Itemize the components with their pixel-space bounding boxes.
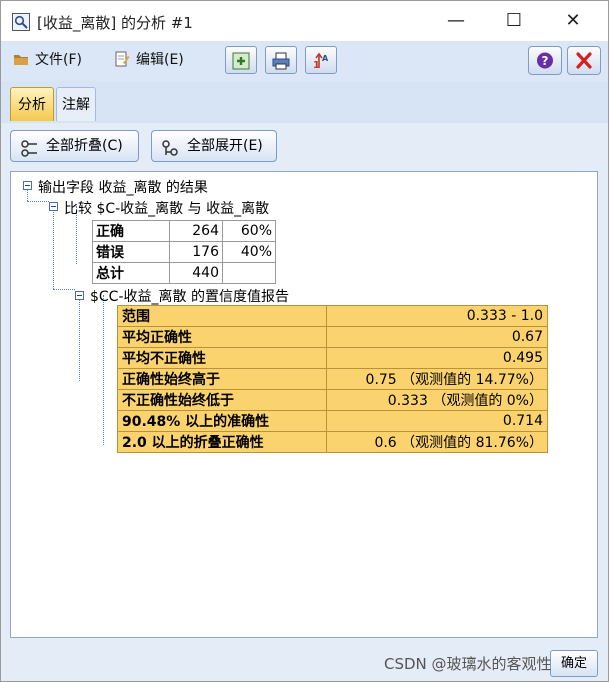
- svg-text:?: ?: [542, 54, 549, 68]
- toolbar-button-group: 1A: [225, 46, 339, 76]
- help-button[interactable]: ?: [528, 46, 562, 75]
- metric-label: 不正确性始终低于: [117, 389, 327, 411]
- print-button[interactable]: [265, 46, 297, 74]
- title-bar: [收益_离散] 的分析 #1 — ☐ ✕: [1, 1, 608, 41]
- row-label: 正确: [92, 220, 170, 242]
- root-node-label[interactable]: 输出字段 收益_离散 的结果: [38, 177, 208, 197]
- table-row: 正确性始终高于 0.75 （观测值的 14.77%）: [117, 368, 548, 390]
- expand-all-label: 全部展开(E): [187, 138, 263, 154]
- collapse-all-label: 全部折叠(C): [46, 138, 123, 154]
- confidence-table: 范围 0.333 - 1.0 平均正确性 0.67 平均不正确性 0.495 正确性始…: [117, 305, 548, 453]
- metric-label: 正确性始终高于: [117, 368, 327, 390]
- table-row: 范围 0.333 - 1.0: [117, 305, 548, 327]
- svg-text:A: A: [322, 54, 329, 63]
- ok-button[interactable]: 确定: [550, 650, 598, 677]
- count-cell: 176: [169, 241, 223, 263]
- table-row: 错误 176 40%: [92, 241, 276, 263]
- metric-value: 0.333 （观测值的 0%）: [326, 389, 548, 411]
- help-icon: ?: [537, 52, 553, 69]
- analysis-pane: 全部折叠(C) 全部展开(E) 输出字段 收益_离散 的结果 比较 $C-收益_…: [1, 123, 608, 681]
- collapse-all-button[interactable]: 全部折叠(C): [10, 130, 139, 162]
- tab-strip: 分析 注解: [1, 81, 608, 123]
- export-button[interactable]: [225, 46, 257, 74]
- confidence-node-label[interactable]: $CC-收益_离散 的置信度值报告: [90, 286, 289, 306]
- tab-annotation[interactable]: 注解: [56, 87, 96, 121]
- expand-tree-icon: [161, 138, 179, 168]
- collapse-tree-icon: [20, 138, 38, 168]
- metric-label: 平均不正确性: [117, 347, 327, 369]
- close-icon: [576, 52, 592, 69]
- results-tree-viewer: 输出字段 收益_离散 的结果 比较 $C-收益_离散 与 收益_离散 正确 26…: [10, 171, 598, 638]
- tab-analysis[interactable]: 分析: [10, 87, 54, 121]
- table-row: 90.48% 以上的准确性 0.714: [117, 410, 548, 432]
- edit-menu-label: 编辑(E): [136, 52, 184, 68]
- toolbar: 文件(F) 编辑(E) 1A ?: [1, 41, 608, 81]
- folder-icon: [13, 50, 29, 66]
- compare-node-label[interactable]: 比较 $C-收益_离散 与 收益_离散: [64, 198, 269, 218]
- maximize-button[interactable]: ☐: [499, 7, 529, 35]
- tree-connector: [27, 201, 49, 202]
- metric-label: 范围: [117, 305, 327, 327]
- root-collapse-toggle[interactable]: [23, 181, 32, 190]
- table-row: 正确 264 60%: [92, 220, 276, 242]
- metric-value: 0.6 （观测值的 81.76%）: [326, 431, 548, 453]
- metric-label: 90.48% 以上的准确性: [117, 410, 327, 432]
- count-cell: 440: [169, 262, 223, 284]
- sort-icon: 1A: [313, 52, 329, 70]
- table-row: 不正确性始终低于 0.333 （观测值的 0%）: [117, 389, 548, 411]
- analysis-window: [收益_离散] 的分析 #1 — ☐ ✕ 文件(F) 编辑(E) 1A ? 分析…: [0, 0, 609, 682]
- file-menu-label: 文件(F): [35, 52, 82, 68]
- metric-label: 2.0 以上的折叠正确性: [117, 431, 327, 453]
- confidence-collapse-toggle[interactable]: [75, 291, 84, 300]
- percent-cell: [222, 262, 276, 284]
- tree-connector: [103, 295, 104, 445]
- table-row: 2.0 以上的折叠正确性 0.6 （观测值的 81.76%）: [117, 431, 548, 453]
- sort-button[interactable]: 1A: [305, 46, 337, 74]
- expand-all-button[interactable]: 全部展开(E): [151, 130, 277, 162]
- table-row: 平均正确性 0.67: [117, 326, 548, 348]
- tree-connector: [53, 206, 54, 289]
- metric-value: 0.495: [326, 347, 548, 369]
- metric-label: 平均正确性: [117, 326, 327, 348]
- metric-value: 0.333 - 1.0: [326, 305, 548, 327]
- percent-cell: 40%: [222, 241, 276, 263]
- edit-menu[interactable]: 编辑(E): [114, 47, 184, 73]
- magnifier-icon: [12, 13, 30, 31]
- table-row: 平均不正确性 0.495: [117, 347, 548, 369]
- row-label: 总计: [92, 262, 170, 284]
- metric-value: 0.67: [326, 326, 548, 348]
- metric-value: 0.75 （观测值的 14.77%）: [326, 368, 548, 390]
- tree-connector: [53, 289, 75, 290]
- close-output-button[interactable]: [567, 46, 601, 75]
- tree-connector: [79, 295, 80, 381]
- file-menu[interactable]: 文件(F): [13, 47, 82, 73]
- table-row: 总计 440: [92, 262, 276, 284]
- export-icon: [232, 52, 250, 70]
- watermark-text: CSDN @玻璃水的客观性: [384, 655, 552, 673]
- minimize-button[interactable]: —: [441, 7, 471, 35]
- row-label: 错误: [92, 241, 170, 263]
- print-icon: [272, 52, 290, 70]
- document-edit-icon: [114, 50, 130, 67]
- compare-collapse-toggle[interactable]: [49, 202, 58, 211]
- metric-value: 0.714: [326, 410, 548, 432]
- comparison-table: 正确 264 60% 错误 176 40% 总计 440: [92, 220, 276, 284]
- close-window-button[interactable]: ✕: [558, 7, 588, 35]
- percent-cell: 60%: [222, 220, 276, 242]
- count-cell: 264: [169, 220, 223, 242]
- window-title: [收益_离散] 的分析 #1: [37, 14, 193, 32]
